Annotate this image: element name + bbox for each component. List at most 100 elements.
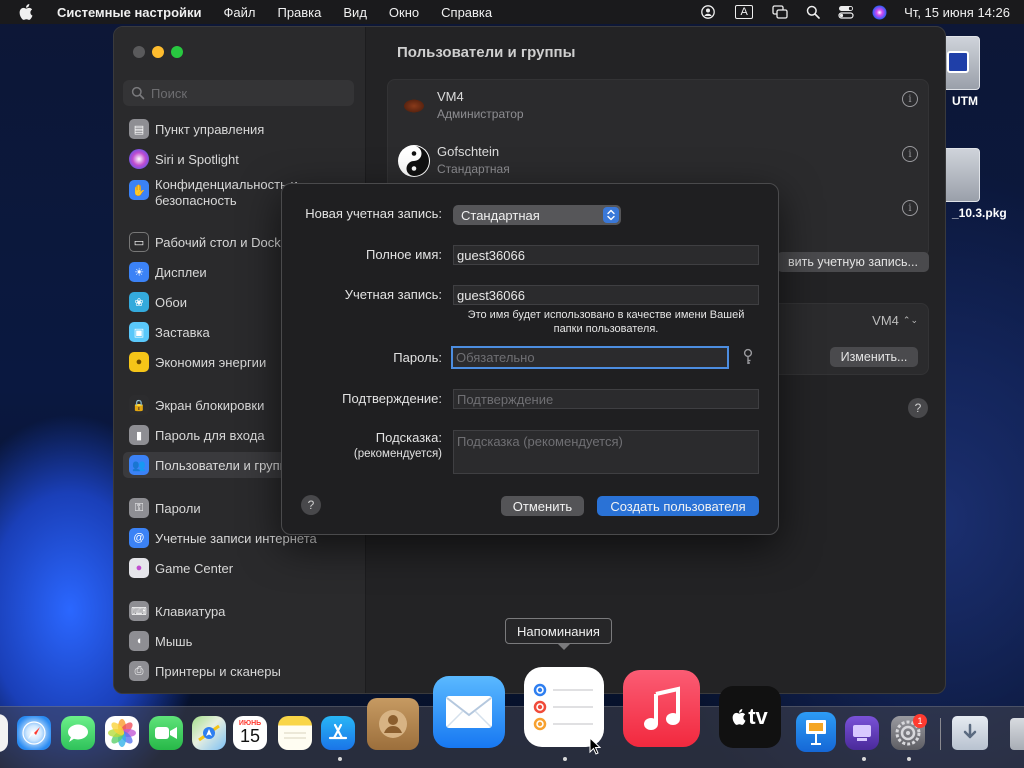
displays-icon: ☀ — [129, 262, 149, 282]
user-name: VM4 — [437, 89, 464, 104]
zoom-button[interactable] — [171, 46, 183, 58]
facetime-icon[interactable] — [149, 716, 183, 750]
dock-divider — [940, 718, 941, 750]
menu-bar: Системные настройки Файл Правка Вид Окно… — [0, 0, 1024, 24]
mouse-cursor-icon — [589, 737, 601, 755]
menu-view[interactable]: Вид — [343, 5, 367, 20]
music-icon[interactable] — [623, 670, 700, 747]
photos-icon[interactable] — [105, 716, 139, 750]
dock-app-partial[interactable] — [0, 714, 8, 752]
yin-yang-avatar — [398, 145, 430, 177]
apple-logo-icon — [732, 709, 746, 725]
siri-icon — [129, 149, 149, 169]
sidebar-item-mouse[interactable]: ◖ Мышь — [123, 628, 354, 654]
help-button[interactable]: ? — [908, 398, 928, 418]
autologin-popup[interactable]: VM4 ⌃⌄ — [872, 313, 918, 328]
mail-icon[interactable] — [433, 676, 505, 748]
desktop-icon-label: _10.3.pkg — [952, 206, 1007, 220]
sidebar-item-printers[interactable]: ⎙ Принтеры и сканеры — [123, 658, 354, 684]
autologin-value: VM4 — [872, 313, 899, 328]
hint-field[interactable]: Подсказка (рекомендуется) — [453, 430, 759, 474]
trash-icon-partial[interactable] — [1010, 718, 1024, 750]
apple-menu-icon[interactable] — [17, 3, 35, 21]
reminders-icon[interactable] — [524, 667, 604, 747]
menu-file[interactable]: Файл — [224, 5, 256, 20]
input-source-icon[interactable]: A — [733, 4, 755, 20]
menu-help[interactable]: Справка — [441, 5, 492, 20]
hint-label: Подсказка: — [375, 430, 442, 445]
menu-app-name[interactable]: Системные настройки — [57, 5, 202, 20]
menu-window[interactable]: Окно — [389, 5, 419, 20]
spotlight-search-icon[interactable] — [805, 4, 821, 20]
full-name-field[interactable]: guest36066 — [453, 245, 759, 265]
calendar-icon[interactable]: ИЮНЬ 15 — [233, 716, 267, 750]
safari-icon[interactable] — [17, 716, 51, 750]
user-row[interactable]: VM4 Администратор i — [388, 80, 928, 135]
account-type-popup[interactable]: Стандартная — [453, 205, 621, 225]
user-row[interactable]: Gofschtein Стандартная i — [388, 135, 928, 190]
user-account-icon[interactable] — [700, 4, 716, 20]
help-button[interactable]: ? — [301, 495, 321, 515]
maps-icon[interactable] — [192, 716, 226, 750]
password-label: Пароль: — [393, 350, 442, 365]
siri-icon[interactable] — [871, 4, 887, 20]
calendar-day: 15 — [239, 725, 261, 746]
running-indicator — [338, 757, 342, 761]
sidebar-item-label: Заставка — [155, 324, 210, 340]
info-icon[interactable]: i — [902, 146, 918, 162]
football-avatar — [398, 90, 430, 122]
apple-tv-icon[interactable]: tv — [719, 686, 781, 748]
add-account-button[interactable]: вить учетную запись... — [777, 252, 929, 272]
apple-tv-label: tv — [748, 704, 768, 729]
change-button[interactable]: Изменить... — [830, 347, 918, 367]
app-store-icon[interactable] — [321, 716, 355, 750]
create-user-button[interactable]: Создать пользователя — [597, 496, 759, 516]
wallpaper-icon: ❀ — [129, 292, 149, 312]
user-role: Стандартная — [437, 162, 510, 176]
sidebar-item-label: Принтеры и сканеры — [155, 663, 281, 679]
sidebar-item-label: Пароли — [155, 500, 201, 516]
sidebar-item-control-center[interactable]: ▤ Пункт управления — [123, 116, 354, 142]
key-icon[interactable] — [741, 348, 755, 366]
account-type-label: Новая учетная запись: — [305, 206, 442, 221]
close-button[interactable] — [133, 46, 145, 58]
info-icon[interactable]: i — [902, 91, 918, 107]
running-indicator — [862, 757, 866, 761]
account-name-field[interactable]: guest36066 — [453, 285, 759, 305]
login-password-icon: ▮ — [129, 425, 149, 445]
window-controls — [133, 46, 183, 58]
password-field[interactable]: Обязательно — [451, 346, 729, 369]
cancel-button[interactable]: Отменить — [501, 496, 584, 516]
menu-edit[interactable]: Правка — [277, 5, 321, 20]
sidebar-item-label-line2: безопасность — [155, 193, 237, 208]
info-icon[interactable]: i — [902, 200, 918, 216]
sidebar-item-siri[interactable]: Siri и Spotlight — [123, 146, 354, 172]
sidebar-search-input[interactable]: Поиск — [123, 80, 354, 106]
menu-clock[interactable]: Чт, 15 июня 14:26 — [904, 5, 1010, 20]
messages-icon[interactable] — [61, 716, 95, 750]
keyboard-icon: ⌨ — [129, 601, 149, 621]
chevron-updown-icon — [603, 207, 619, 223]
sidebar-item-label: Рабочий стол и Dock — [155, 234, 281, 250]
sidebar-item-keyboard[interactable]: ⌨ Клавиатура — [123, 598, 354, 624]
utm-app-icon[interactable] — [845, 716, 879, 750]
sidebar-item-label: Пункт управления — [155, 121, 265, 137]
screen-mirroring-icon[interactable] — [772, 4, 788, 20]
verify-field[interactable]: Подтверждение — [453, 389, 759, 409]
page-title: Пользователи и группы — [397, 44, 576, 61]
sidebar-item-label: Siri и Spotlight — [155, 151, 239, 167]
sidebar-item-game-center[interactable]: ● Game Center — [123, 555, 354, 581]
keynote-icon[interactable] — [796, 712, 836, 752]
chevron-updown-icon: ⌃⌄ — [902, 315, 918, 325]
tooltip-arrow — [557, 643, 571, 650]
contacts-icon[interactable] — [367, 698, 419, 750]
account-name-note: Это имя будет использовано в качестве им… — [467, 309, 745, 335]
search-placeholder: Поиск — [151, 85, 188, 101]
control-center-icon[interactable] — [838, 4, 854, 20]
downloads-folder-icon[interactable] — [952, 716, 988, 750]
user-name: Gofschtein — [437, 144, 500, 159]
minimize-button[interactable] — [152, 46, 164, 58]
input-source-label: A — [735, 5, 753, 19]
notes-icon[interactable] — [278, 716, 312, 750]
mouse-icon: ◖ — [129, 631, 149, 651]
